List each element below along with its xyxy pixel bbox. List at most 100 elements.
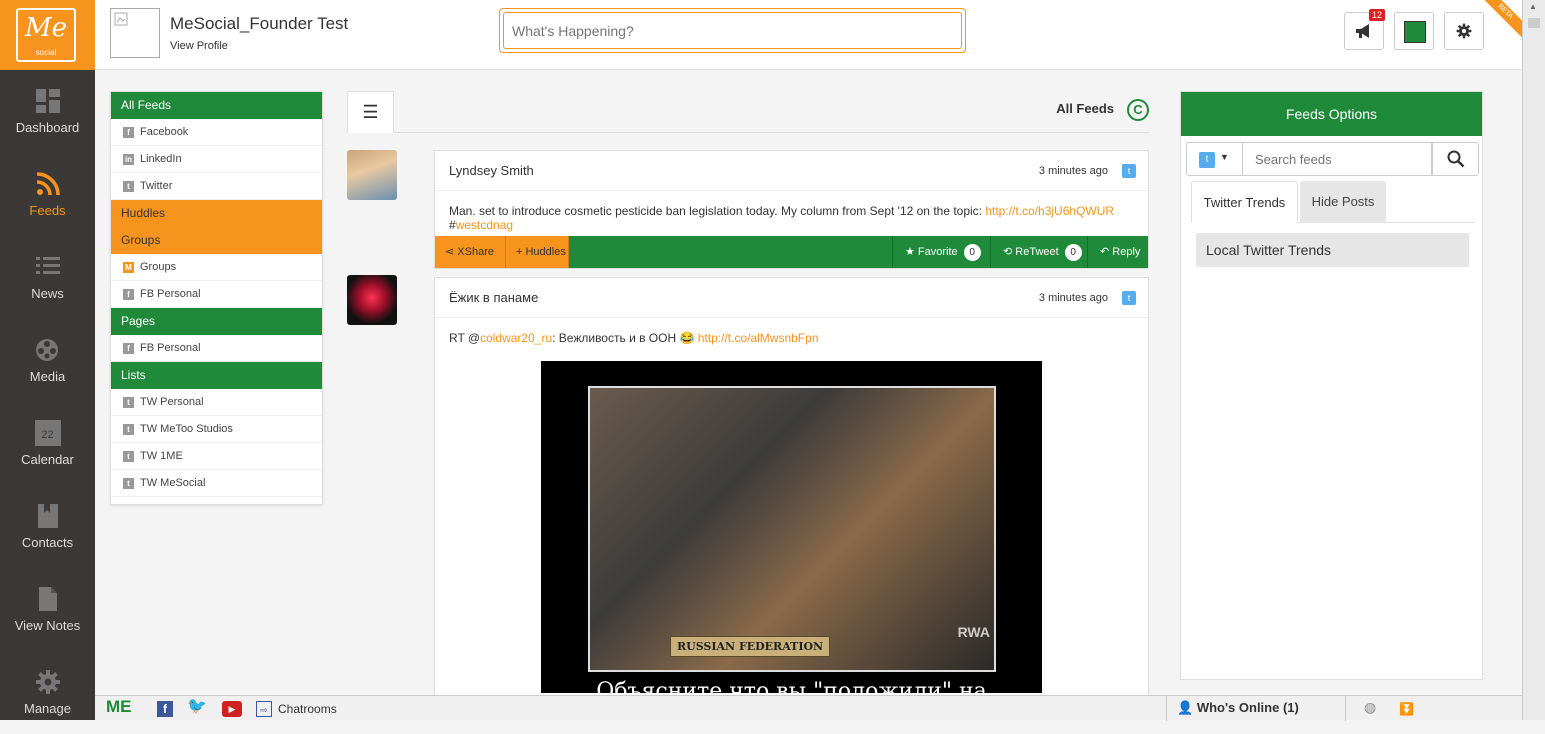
gear-icon bbox=[35, 670, 60, 694]
search-button[interactable] bbox=[1432, 142, 1479, 176]
feed-item[interactable]: M Groups bbox=[111, 254, 322, 281]
feed-item[interactable]: f FB Personal bbox=[111, 281, 322, 308]
announcements-button[interactable]: 12 bbox=[1344, 9, 1385, 50]
logo-mark: Me bbox=[24, 13, 67, 43]
feed-item-label: FB Personal bbox=[140, 288, 201, 300]
feed-item[interactable]: f Facebook bbox=[111, 119, 322, 146]
search-feeds-input[interactable] bbox=[1243, 142, 1432, 176]
post-avatar[interactable] bbox=[347, 275, 397, 325]
post-card: Lyndsey Smith 3 minutes ago t Man. set t… bbox=[434, 150, 1149, 269]
post-hashtag[interactable]: westcdnag bbox=[456, 218, 513, 232]
scroll-up-icon[interactable]: ▲ bbox=[1529, 2, 1537, 11]
network-icon: f bbox=[123, 288, 134, 300]
profile-avatar[interactable] bbox=[110, 8, 160, 58]
post-author[interactable]: Lyndsey Smith bbox=[449, 163, 534, 178]
retweet-label: ReTweet bbox=[1015, 246, 1059, 258]
bottom-bar: ME f 🐦 ▶ ⇨ Chatrooms 👤 Who's Online (1) … bbox=[95, 695, 1522, 721]
refresh-icon[interactable]: C bbox=[1127, 99, 1149, 121]
feed-item-label: Groups bbox=[140, 261, 177, 273]
nav-calendar[interactable]: 22 Calendar bbox=[0, 402, 95, 485]
nav-label: Calendar bbox=[21, 452, 74, 467]
options-tabs: Twitter Trends Hide Posts bbox=[1191, 181, 1474, 223]
xshare-label: XShare bbox=[457, 246, 494, 258]
view-profile-link[interactable]: View Profile bbox=[170, 40, 228, 52]
feed-item[interactable]: t TW MeSocial bbox=[111, 470, 322, 497]
main-sidebar: Me social Dashboard Feeds News Media 22 C… bbox=[0, 0, 95, 720]
feed-item[interactable]: t TW Personal bbox=[111, 389, 322, 416]
reply-icon: ↶ bbox=[1100, 246, 1113, 258]
retweet-icon: ⟲ bbox=[1003, 246, 1016, 258]
twitter-icon: t bbox=[1199, 152, 1215, 168]
list-icon bbox=[35, 257, 60, 274]
nav-news[interactable]: News bbox=[0, 236, 95, 319]
post-author[interactable]: Ёжик в панаме bbox=[449, 290, 538, 305]
post-link[interactable]: http://t.co/alMwsnbFpn bbox=[698, 331, 819, 345]
globe-icon[interactable]: ◍ bbox=[1364, 699, 1380, 715]
nav-media[interactable]: Media bbox=[0, 319, 95, 402]
theme-color-button[interactable] bbox=[1394, 12, 1434, 50]
post-mention[interactable]: coldwar20_ru bbox=[480, 331, 552, 345]
network-icon: t bbox=[123, 423, 134, 435]
retweet-button[interactable]: ⟲ ReTweet 0 bbox=[990, 236, 1087, 268]
twitter-bird-icon[interactable]: 🐦 bbox=[187, 699, 207, 715]
calendar-day: 22 bbox=[41, 429, 54, 441]
feed-item-label: TW 1ME bbox=[140, 450, 183, 462]
feed-section-huddles[interactable]: Huddles bbox=[111, 200, 322, 227]
feed-section-groups[interactable]: Groups bbox=[111, 227, 322, 254]
feed-section-lists[interactable]: Lists bbox=[111, 362, 322, 389]
feed-section-pages[interactable]: Pages bbox=[111, 308, 322, 335]
feeds-options-title: Feeds Options bbox=[1181, 92, 1482, 136]
post-image[interactable]: RUSSIAN FEDERATION RWA Объясните что вы … bbox=[541, 361, 1042, 704]
feed-header: ☰ All Feeds C bbox=[347, 91, 1149, 133]
whos-online-button[interactable]: 👤 Who's Online (1) bbox=[1166, 696, 1346, 721]
favorite-button[interactable]: ★ Favorite 0 bbox=[892, 236, 990, 268]
chatrooms-link[interactable]: Chatrooms bbox=[278, 701, 337, 717]
nav-manage[interactable]: Manage bbox=[0, 651, 95, 734]
network-icon: f bbox=[123, 126, 134, 138]
youtube-icon[interactable]: ▶ bbox=[222, 701, 242, 717]
settings-button[interactable] bbox=[1444, 12, 1484, 50]
feed-item[interactable]: f FB Personal bbox=[111, 335, 322, 362]
top-bar: MeSocial_Founder Test View Profile 12 BE… bbox=[95, 0, 1522, 70]
collapse-icon[interactable]: ⏬ bbox=[1399, 701, 1415, 717]
search-icon bbox=[1447, 150, 1464, 168]
feed-item-label: TW Personal bbox=[140, 396, 204, 408]
feeds-search: t ▼ bbox=[1186, 142, 1479, 176]
nav-label: Manage bbox=[24, 701, 71, 716]
mesocial-logo[interactable]: Me social bbox=[0, 0, 95, 70]
feed-item[interactable]: in LinkedIn bbox=[111, 146, 322, 173]
tab-hide-posts[interactable]: Hide Posts bbox=[1300, 181, 1386, 223]
feed-item-label: TW MeToo Studios bbox=[140, 423, 233, 435]
me-button[interactable]: ME bbox=[106, 698, 132, 715]
nav-view-notes[interactable]: View Notes bbox=[0, 568, 95, 651]
user-name: MeSocial_Founder Test bbox=[170, 14, 349, 33]
tab-twitter-trends[interactable]: Twitter Trends bbox=[1191, 181, 1298, 223]
twitter-icon: t bbox=[1122, 291, 1136, 305]
scroll-thumb[interactable] bbox=[1528, 18, 1540, 28]
xshare-button[interactable]: ⋖ XShare bbox=[435, 236, 506, 268]
retweet-count: 0 bbox=[1064, 244, 1082, 261]
facebook-icon[interactable]: f bbox=[157, 701, 173, 717]
post-text-prefix: RT @ bbox=[449, 331, 481, 345]
nav-contacts[interactable]: Contacts bbox=[0, 485, 95, 568]
feed-item[interactable]: t Twitter bbox=[111, 173, 322, 200]
reply-button[interactable]: ↶ Reply bbox=[1087, 236, 1148, 268]
network-icon: f bbox=[123, 342, 134, 354]
local-twitter-trends[interactable]: Local Twitter Trends bbox=[1196, 233, 1469, 267]
post-avatar[interactable] bbox=[347, 150, 397, 200]
list-view-button[interactable]: ☰ bbox=[347, 91, 394, 133]
gear-icon bbox=[1456, 23, 1472, 39]
post-link[interactable]: http://t.co/h3jU6hQWUR bbox=[985, 204, 1114, 218]
network-dropdown[interactable]: t ▼ bbox=[1186, 142, 1243, 176]
feed-item[interactable]: t TW MeToo Studios bbox=[111, 416, 322, 443]
feed-item[interactable]: t TW 1ME bbox=[111, 443, 322, 470]
calendar-icon: 22 bbox=[34, 420, 61, 446]
share-icon: ⋖ bbox=[445, 246, 458, 258]
nav-label: Feeds bbox=[29, 203, 66, 218]
huddles-button[interactable]: + Huddles bbox=[506, 236, 569, 268]
nav-feeds[interactable]: Feeds bbox=[0, 153, 95, 236]
feed-section-all-feeds[interactable]: All Feeds bbox=[111, 92, 322, 119]
window-scrollbar[interactable]: ▲ bbox=[1522, 0, 1545, 720]
status-input[interactable] bbox=[503, 12, 962, 49]
nav-dashboard[interactable]: Dashboard bbox=[0, 70, 95, 153]
